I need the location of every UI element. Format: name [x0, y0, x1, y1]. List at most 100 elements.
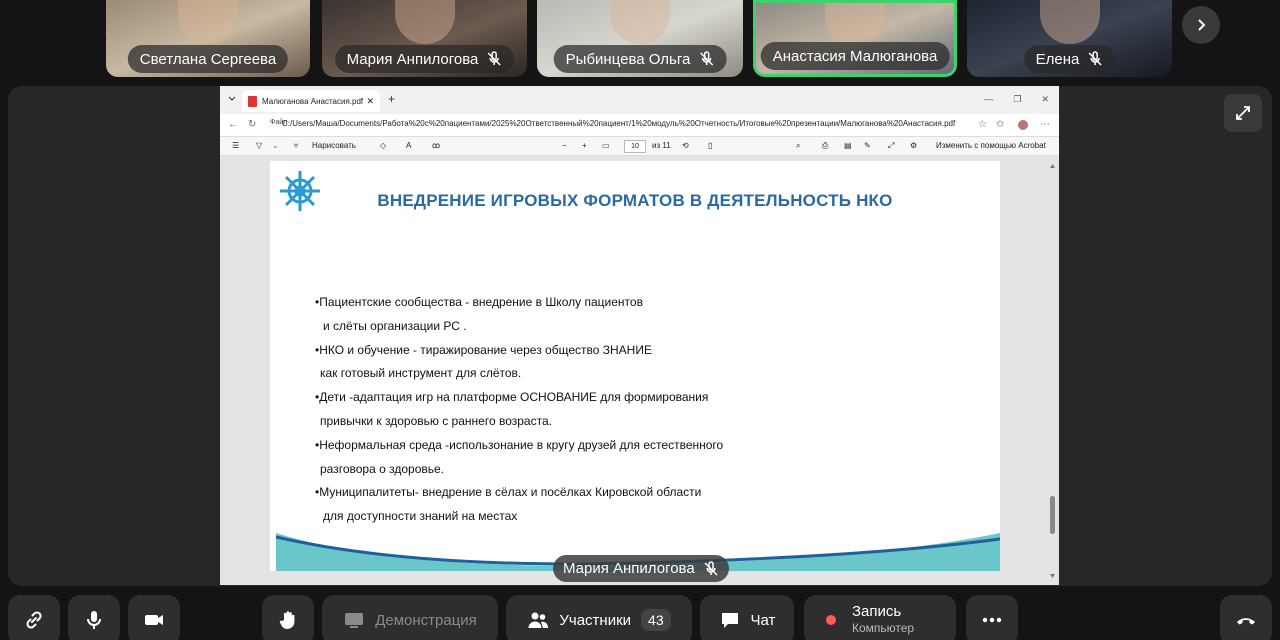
- close-window-icon[interactable]: ✕: [1041, 94, 1049, 105]
- save-icon[interactable]: ▤: [844, 141, 852, 150]
- participant-name: Елена: [1035, 50, 1080, 68]
- participant-tile[interactable]: Рыбинцева Ольга: [537, 0, 743, 77]
- draw-button[interactable]: Нарисовать: [312, 141, 356, 150]
- url-text[interactable]: C:/Users/Маша/Documents/Работа%20с%20пац…: [282, 119, 955, 128]
- chevron-down-icon[interactable]: [228, 95, 236, 103]
- participants-button[interactable]: Участники 43: [506, 595, 692, 640]
- participant-video: [394, 0, 455, 44]
- participant-tile[interactable]: Елена: [967, 0, 1172, 77]
- users-icon: [528, 612, 549, 628]
- highlight-icon[interactable]: ▽: [256, 141, 262, 150]
- favorites-list-icon[interactable]: ✩: [996, 119, 1004, 130]
- fullscreen-pdf-icon[interactable]: ⤢: [888, 141, 894, 151]
- link-icon: [26, 611, 42, 629]
- speaker-name-pill: Мария Анпилогова: [553, 555, 729, 582]
- more-icon[interactable]: ⋯: [1040, 119, 1050, 130]
- bullet-line: и слёты организации РС .: [323, 318, 467, 333]
- immersive-reader-icon[interactable]: ꝏ: [432, 141, 440, 150]
- browser-tab-bar: Малюганова Анастасия.pdf ✕ + — ❐ ✕: [220, 86, 1059, 114]
- record-button[interactable]: Запись Компьютер: [804, 595, 956, 640]
- read-aloud-icon[interactable]: A: [406, 141, 411, 150]
- bullet-line: •Пациентские сообщества - внедрение в Шк…: [315, 295, 643, 309]
- raise-hand-button[interactable]: [262, 595, 314, 640]
- participant-name: Светлана Сергеева: [139, 50, 277, 68]
- page-count: из 11: [652, 141, 671, 150]
- mic-off-icon: [487, 51, 501, 66]
- hang-up-icon: [1237, 618, 1255, 625]
- record-text: Запись Компьютер: [852, 603, 914, 637]
- participants-label: Участники: [559, 611, 632, 629]
- more-icon: [982, 617, 1002, 623]
- close-tab-icon[interactable]: ✕: [366, 96, 374, 107]
- video-call-app: Светлана Сергеева Мария Анпилогова Рыбин…: [0, 0, 1280, 640]
- back-icon[interactable]: ←: [228, 119, 238, 130]
- chat-button[interactable]: Чат: [700, 595, 794, 640]
- save-as-icon[interactable]: ✎: [864, 141, 871, 150]
- participant-tile[interactable]: Мария Анпилогова: [322, 0, 527, 77]
- favorite-icon[interactable]: ☆: [978, 119, 987, 130]
- page-view-icon[interactable]: ▯: [708, 141, 712, 150]
- contents-icon[interactable]: ☰: [232, 141, 239, 150]
- print-icon[interactable]: ⎙: [822, 141, 828, 151]
- settings-icon[interactable]: ⚙: [910, 141, 917, 150]
- fit-page-icon[interactable]: ▭: [602, 141, 610, 150]
- record-dot-icon: [826, 615, 836, 625]
- more-options-button[interactable]: [966, 595, 1018, 640]
- participant-tile-active[interactable]: Анастасия Малюганова: [753, 0, 957, 77]
- profile-avatar[interactable]: [1018, 120, 1028, 130]
- slide-title: ВНЕДРЕНИЕ ИГРОВЫХ ФОРМАТОВ В ДЕЯТЕЛЬНОСТ…: [377, 191, 893, 210]
- participants-count-badge: 43: [641, 609, 671, 631]
- zoom-in-button[interactable]: +: [582, 141, 587, 150]
- chat-label: Чат: [750, 611, 776, 629]
- participant-name-pill: Рыбинцева Ольга: [553, 45, 727, 73]
- participant-name: Рыбинцева Ольга: [565, 50, 691, 68]
- browser-tab[interactable]: Малюганова Анастасия.pdf ✕: [242, 90, 380, 112]
- search-icon[interactable]: ⌕: [796, 141, 800, 151]
- shared-browser-window: Малюганова Анастасия.pdf ✕ + — ❐ ✕ ← ↻ Ф…: [220, 86, 1059, 585]
- window-controls: — ❐ ✕: [984, 94, 1049, 105]
- rotate-icon[interactable]: ⟲: [682, 141, 689, 150]
- chevron-right-icon: [1198, 19, 1206, 31]
- participant-tile[interactable]: Светлана Сергеева: [106, 0, 310, 77]
- mic-off-icon: [704, 560, 718, 576]
- tab-title: Малюганова Анастасия.pdf: [262, 96, 364, 106]
- pdf-icon: [248, 95, 257, 107]
- participant-video: [1039, 0, 1100, 44]
- pdf-scrollbar-thumb[interactable]: [1050, 496, 1055, 534]
- bullet-line: как готовый инструмент для слётов.: [320, 366, 522, 381]
- screen-share-button[interactable]: Демонстрация: [322, 595, 498, 640]
- mic-off-icon: [699, 51, 713, 66]
- participant-video: [178, 0, 238, 44]
- leave-call-button[interactable]: [1220, 595, 1272, 640]
- camera-button[interactable]: [128, 595, 180, 640]
- mic-off-icon: [1088, 51, 1102, 66]
- bullet-line: •НКО и обучение - тиражирование через об…: [315, 342, 652, 357]
- bullet-line: •Неформальная среда -использонание в кру…: [315, 437, 724, 452]
- copy-link-button[interactable]: [8, 595, 60, 640]
- pdf-viewer[interactable]: ВНЕДРЕНИЕ ИГРОВЫХ ФОРМАТОВ В ДЕЯТЕЛЬНОСТ…: [220, 156, 1059, 585]
- participant-name-pill: Анастасия Малюганова: [760, 42, 950, 70]
- page-number-input[interactable]: 10: [624, 140, 646, 153]
- camera-icon: [145, 615, 163, 625]
- record-label: Запись: [852, 603, 902, 620]
- bullet-line: разговора о здоровье.: [320, 461, 445, 476]
- participant-name-pill: Елена: [1023, 45, 1116, 73]
- edit-with-acrobat-button[interactable]: Изменить с помощью Acrobat: [936, 141, 1046, 150]
- expand-icon: [1236, 106, 1250, 120]
- highlight-dropdown-icon[interactable]: ⌄: [272, 141, 279, 150]
- microphone-icon: [87, 611, 101, 629]
- microphone-button[interactable]: [68, 595, 120, 640]
- record-target-label: Компьютер: [852, 621, 915, 635]
- fullscreen-button[interactable]: [1224, 94, 1262, 132]
- next-participants-button[interactable]: [1182, 6, 1220, 44]
- zoom-out-button[interactable]: −: [562, 141, 567, 150]
- refresh-icon[interactable]: ↻: [248, 119, 256, 130]
- draw-icon[interactable]: ▿: [294, 141, 298, 150]
- participant-name: Мария Анпилогова: [346, 50, 479, 68]
- participant-video: [610, 0, 670, 44]
- restore-icon[interactable]: ❐: [1013, 94, 1021, 105]
- speaker-name: Мария Анпилогова: [563, 560, 695, 577]
- eraser-icon[interactable]: ◇: [380, 141, 386, 150]
- minimize-icon[interactable]: —: [984, 94, 993, 105]
- new-tab-icon[interactable]: +: [388, 92, 395, 106]
